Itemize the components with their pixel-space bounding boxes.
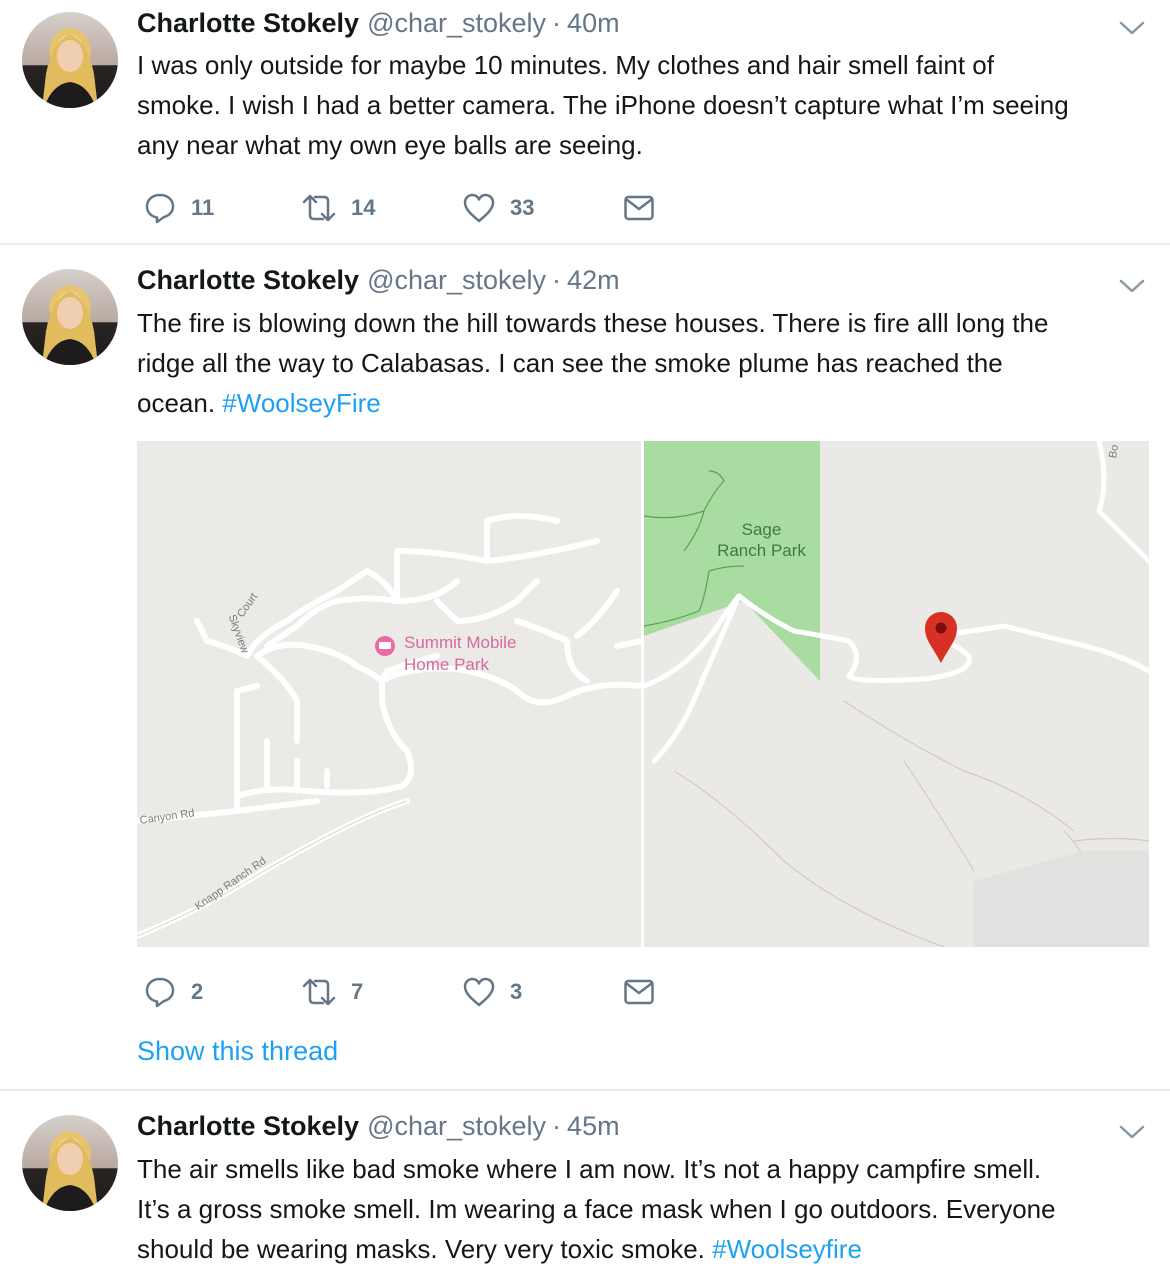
retweet-button[interactable]: 7 bbox=[301, 972, 363, 1012]
tweet-actions: 2 7 3 bbox=[137, 972, 697, 1012]
tweet-text-fragment: ocean. bbox=[137, 388, 223, 418]
reply-icon bbox=[145, 977, 175, 1008]
reply-button[interactable]: 2 bbox=[143, 972, 203, 1012]
tweet-text-line: ridge all the way to Calabasas. I can se… bbox=[137, 348, 1003, 378]
map-card[interactable]: Summit Mobile Home Park Canyon Rd Knapp … bbox=[137, 441, 1149, 947]
chevron-down-icon[interactable] bbox=[1118, 276, 1146, 296]
like-button[interactable]: 3 bbox=[462, 972, 522, 1012]
tweet-header: Charlotte Stokely @char_stokely · 40m bbox=[137, 8, 620, 44]
map-panel-right[interactable]: Sage Ranch Park Bo bbox=[644, 441, 1149, 947]
retweet-count: 7 bbox=[351, 979, 364, 1004]
tweet-text-line: should be wearing masks. Very very toxic… bbox=[137, 1229, 1157, 1266]
poi-label-line: Summit Mobile bbox=[404, 633, 517, 652]
tweet-text-line: ocean. #WoolseyFire bbox=[137, 383, 1157, 423]
tweet-header: Charlotte Stokely @char_stokely · 42m bbox=[137, 265, 620, 301]
retweet-button[interactable]: 14 bbox=[301, 188, 375, 228]
map-pin-icon[interactable] bbox=[925, 612, 957, 663]
direct-message-button[interactable] bbox=[623, 188, 655, 228]
separator-dot: · bbox=[552, 265, 562, 295]
tweet-text-line: I was only outside for maybe 10 minutes.… bbox=[137, 50, 994, 80]
tweet-timestamp[interactable]: 42m bbox=[567, 265, 620, 296]
tweet-text-line: The fire is blowing down the hill toward… bbox=[137, 308, 1049, 338]
hashtag-link[interactable]: #Woolseyfire bbox=[712, 1234, 862, 1264]
retweet-count: 14 bbox=[351, 195, 376, 220]
tweet-text: I was only outside for maybe 10 minutes.… bbox=[137, 45, 1157, 165]
tweet-timestamp[interactable]: 45m bbox=[567, 1111, 620, 1142]
author-handle[interactable]: @char_stokely bbox=[367, 265, 546, 296]
road-label-edge: Bo bbox=[1107, 443, 1122, 460]
chevron-down-icon[interactable] bbox=[1118, 18, 1146, 38]
like-count: 33 bbox=[510, 195, 535, 220]
avatar[interactable] bbox=[22, 12, 118, 108]
chevron-down-icon[interactable] bbox=[1118, 1122, 1146, 1142]
poi-label[interactable]: Summit Mobile Home Park bbox=[404, 632, 516, 676]
retweet-icon bbox=[302, 194, 336, 222]
show-thread-link[interactable]: Show this thread bbox=[137, 1036, 338, 1067]
avatar-portrait-icon bbox=[42, 1137, 98, 1211]
map-roads-left bbox=[137, 513, 641, 939]
tweet-text-line: smoke. I wish I had a better camera. The… bbox=[137, 90, 1069, 120]
author-name[interactable]: Charlotte Stokely bbox=[137, 1111, 359, 1142]
separator-dot: · bbox=[552, 1111, 562, 1141]
park-label-line: Ranch Park bbox=[717, 541, 806, 560]
reply-count: 11 bbox=[191, 195, 215, 220]
map-panel-left[interactable]: Summit Mobile Home Park Canyon Rd Knapp … bbox=[137, 441, 641, 947]
avatar[interactable] bbox=[22, 269, 118, 365]
avatar-portrait-icon bbox=[42, 291, 98, 365]
tweet-1: Charlotte Stokely @char_stokely · 40m I … bbox=[0, 0, 1170, 244]
like-button[interactable]: 33 bbox=[462, 188, 534, 228]
direct-message-button[interactable] bbox=[623, 972, 655, 1012]
author-handle[interactable]: @char_stokely bbox=[367, 1111, 546, 1142]
tweet-text-line: It’s a gross smoke smell. Im wearing a f… bbox=[137, 1194, 1056, 1224]
hotel-icon bbox=[375, 636, 395, 656]
retweet-icon bbox=[302, 978, 336, 1006]
park-label[interactable]: Sage Ranch Park bbox=[714, 519, 809, 561]
tweet-text: The fire is blowing down the hill toward… bbox=[137, 303, 1157, 423]
reply-button[interactable]: 11 bbox=[143, 188, 214, 228]
tweet-text-line: any near what my own eye balls are seein… bbox=[137, 130, 643, 160]
tweet-text-line: The air smells like bad smoke where I am… bbox=[137, 1154, 1042, 1184]
hashtag-link[interactable]: #WoolseyFire bbox=[222, 388, 380, 418]
separator-dot: · bbox=[552, 8, 562, 38]
poi-label-line: Home Park bbox=[404, 655, 490, 674]
tweet-actions: 11 14 33 bbox=[137, 188, 697, 228]
like-icon bbox=[463, 977, 495, 1007]
message-icon bbox=[624, 195, 654, 221]
like-icon bbox=[463, 193, 495, 223]
avatar[interactable] bbox=[22, 1115, 118, 1211]
tweet-3: Charlotte Stokely @char_stokely · 45m Th… bbox=[0, 1091, 1170, 1266]
avatar-portrait-icon bbox=[42, 34, 98, 108]
tweet-timestamp[interactable]: 40m bbox=[567, 8, 620, 39]
author-handle[interactable]: @char_stokely bbox=[367, 8, 546, 39]
tweet-header: Charlotte Stokely @char_stokely · 45m bbox=[137, 1111, 620, 1147]
author-name[interactable]: Charlotte Stokely bbox=[137, 265, 359, 296]
like-count: 3 bbox=[510, 979, 523, 1004]
reply-count: 2 bbox=[191, 979, 204, 1004]
tweet-text: The air smells like bad smoke where I am… bbox=[137, 1149, 1157, 1266]
tweet-text-fragment: should be wearing masks. Very very toxic… bbox=[137, 1234, 713, 1264]
reply-icon bbox=[145, 193, 175, 224]
park-label-line: Sage bbox=[741, 520, 782, 539]
message-icon bbox=[624, 979, 654, 1005]
map-terrain-right bbox=[644, 441, 1149, 947]
author-name[interactable]: Charlotte Stokely bbox=[137, 8, 359, 39]
